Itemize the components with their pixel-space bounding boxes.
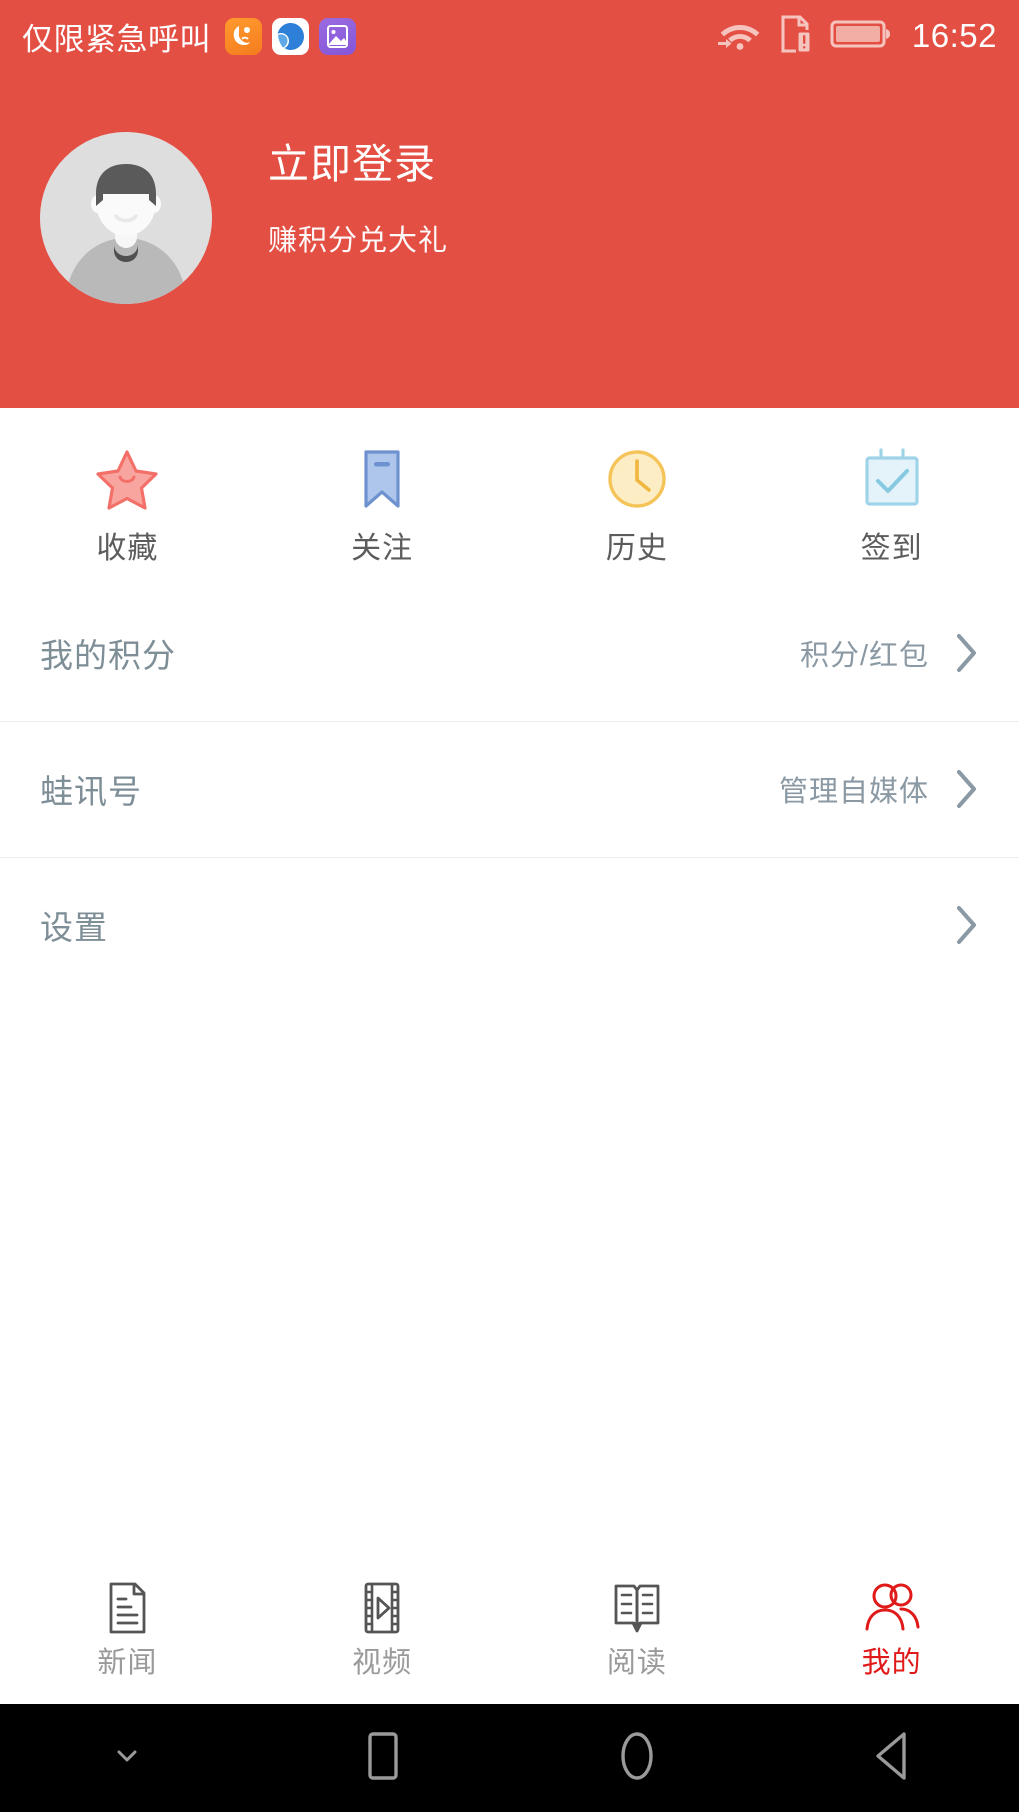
profile-header: 立即登录 赚积分兑大礼 [0,72,1019,408]
uc-browser-icon [225,17,262,55]
tab-news[interactable]: 新闻 [0,1579,255,1678]
menu-row-my-points[interactable]: 我的积分 积分/红包 [0,585,1019,721]
calendar-check-icon [859,446,925,512]
chevron-right-icon [955,768,979,810]
tab-label: 视频 [352,1646,413,1679]
chevron-right-icon [955,632,979,674]
menu-row-value: 管理自媒体 [778,776,929,808]
avatar[interactable] [40,132,212,304]
battery-icon [830,17,892,56]
quick-action-checkin[interactable]: 签到 [764,408,1019,564]
menu-row-settings[interactable]: 设置 [0,857,1019,993]
user-group-icon [863,1579,921,1637]
quick-action-label: 收藏 [96,532,159,565]
tab-label: 阅读 [606,1646,667,1679]
quick-action-label: 历史 [605,532,668,565]
menu-row-waxun-account[interactable]: 蛙讯号 管理自媒体 [0,721,1019,857]
gallery-icon [319,17,356,55]
clock-icon [604,446,670,512]
back-button[interactable] [764,1726,1019,1791]
login-title[interactable]: 立即登录 [268,144,448,185]
tab-mine[interactable]: 我的 [764,1579,1019,1678]
profile-text-block: 立即登录 赚积分兑大礼 [268,144,448,256]
news-document-icon [98,1579,156,1637]
phone-screen: 仅限紧急呼叫 16:52 立即登录 赚积分兑大礼 收藏 关注 历史 签到 我的积… [0,0,1019,1812]
qq-browser-icon [272,17,309,55]
menu-row-label: 我的积分 [40,637,176,674]
quick-action-label: 签到 [860,532,923,565]
quick-action-follow[interactable]: 关注 [255,408,510,564]
circle-icon [611,1726,663,1791]
video-film-icon [353,1579,411,1637]
status-app-icons [225,17,356,55]
square-icon [356,1726,408,1791]
status-bar: 仅限紧急呼叫 16:52 [0,0,1019,72]
hide-keyboard-button[interactable] [0,1739,255,1778]
recents-button[interactable] [255,1726,510,1791]
carrier-label: 仅限紧急呼叫 [22,21,211,57]
quick-actions-bar: 收藏 关注 历史 签到 [0,408,1019,585]
menu-list: 我的积分 积分/红包 蛙讯号 管理自媒体 设置 [0,585,1019,993]
triangle-left-icon [866,1726,918,1791]
book-open-icon [608,1579,666,1637]
chevron-right-icon [955,904,979,946]
status-system-icons: 16:52 [716,14,997,59]
menu-row-label: 设置 [40,909,108,946]
menu-row-value: 积分/红包 [799,640,929,672]
chevron-down-icon [110,1739,144,1778]
tab-label: 我的 [861,1646,922,1679]
sim-alert-icon [780,14,814,59]
menu-row-label: 蛙讯号 [40,773,142,810]
tab-video[interactable]: 视频 [255,1579,510,1678]
star-icon [94,446,160,512]
bookmark-icon [349,446,415,512]
wifi-icon [716,15,764,58]
login-subtitle: 赚积分兑大礼 [268,225,449,257]
bottom-tab-bar: 新闻 视频 阅读 我的 [0,1552,1019,1704]
tab-reading[interactable]: 阅读 [510,1579,765,1678]
tab-label: 新闻 [97,1646,158,1679]
android-nav-bar [0,1704,1019,1812]
home-button[interactable] [510,1726,765,1791]
quick-action-label: 关注 [351,532,414,565]
quick-action-favorites[interactable]: 收藏 [0,408,255,564]
clock-time-label: 16:52 [911,17,997,54]
quick-action-history[interactable]: 历史 [510,408,765,564]
